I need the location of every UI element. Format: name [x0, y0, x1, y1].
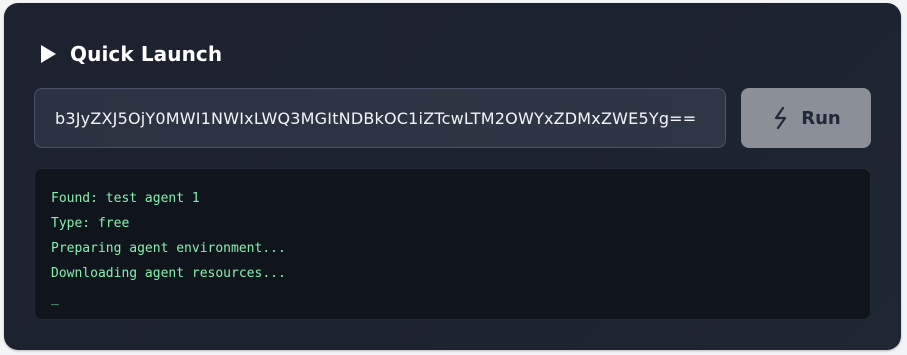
run-button-label: Run: [801, 107, 841, 129]
console-line: Type: free: [51, 216, 130, 231]
console-line: Found: test agent 1: [51, 191, 200, 206]
console-cursor: _: [51, 291, 59, 306]
card-header: Quick Launch: [38, 39, 222, 69]
quick-launch-card: Quick Launch Run Found: test agent 1 Typ…: [4, 3, 901, 350]
lightning-icon: [771, 107, 791, 129]
page-title: Quick Launch: [70, 42, 223, 66]
console-output: Found: test agent 1 Type: free Preparing…: [34, 168, 871, 320]
console-line: Preparing agent environment...: [51, 241, 286, 256]
play-icon: [38, 44, 58, 64]
console-line: Downloading agent resources...: [51, 266, 286, 281]
agent-key-input[interactable]: [34, 88, 726, 148]
run-button[interactable]: Run: [741, 88, 871, 148]
